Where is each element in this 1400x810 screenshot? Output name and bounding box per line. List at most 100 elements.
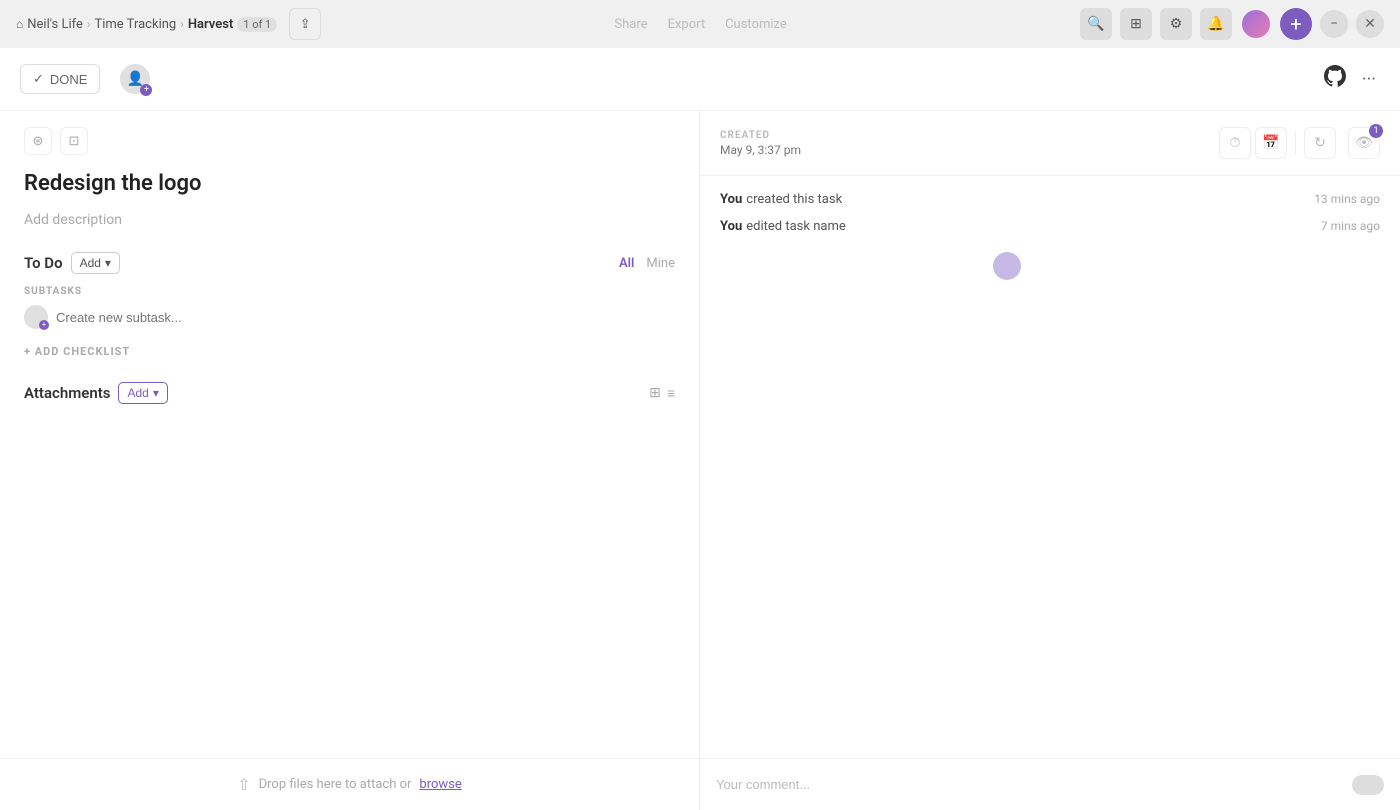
top-bar: ⌂ Neil's Life › Time Tracking › Harvest …	[0, 0, 1400, 48]
subtasks-label: SUBTASKS	[24, 286, 675, 297]
todo-section: To Do Add ▾ All Mine SUBTASKS	[24, 252, 675, 358]
created-date: May 9, 3:37 pm	[720, 143, 1207, 157]
icon-separator	[1295, 131, 1296, 155]
drop-text: Drop files here to attach or	[259, 777, 412, 792]
home-icon: ⌂	[16, 17, 23, 31]
breadcrumb-label-2: Harvest	[188, 17, 233, 32]
time-tracking-icon[interactable]: ⏱	[1219, 127, 1251, 159]
todo-header: To Do Add ▾ All Mine	[24, 252, 675, 274]
center-share[interactable]: Share	[614, 17, 647, 32]
activity-actor-0: You	[720, 192, 742, 207]
created-info: CREATED May 9, 3:37 pm	[720, 130, 1207, 157]
done-label: DONE	[50, 72, 88, 87]
right-header: CREATED May 9, 3:37 pm ⏱ 📅 ↻ �	[700, 111, 1400, 176]
close-button[interactable]: ✕	[1356, 10, 1384, 38]
settings-icon: ⚙	[1170, 16, 1183, 32]
view-btns: ⊞ ≡	[649, 385, 675, 402]
right-scroll: You created this task 13 mins ago You ed…	[700, 176, 1400, 758]
modal-header: ✓ DONE 👤 + ···	[0, 48, 1400, 111]
todo-add-label: Add	[80, 256, 101, 270]
top-bar-right: 🔍 ⊞ ⚙ 🔔 + − ✕	[1080, 8, 1384, 40]
left-panel: ⊛ ⊡ Redesign the logo Add description To…	[0, 111, 700, 810]
activity-item-0: You created this task 13 mins ago	[720, 192, 1380, 207]
copy-meta-icon[interactable]: ⊡	[60, 127, 88, 155]
avatar-user[interactable]	[1240, 8, 1272, 40]
cursor-blob	[993, 252, 1021, 280]
grid-btn[interactable]: ⊞	[1120, 8, 1152, 40]
watchers-button[interactable]: 👁 1	[1348, 127, 1380, 159]
search-btn[interactable]: 🔍	[1080, 8, 1112, 40]
filter-mine[interactable]: Mine	[646, 256, 675, 271]
todo-add-button[interactable]: Add ▾	[71, 252, 120, 274]
activity-actor-1: You	[720, 219, 742, 234]
grid-view-btn[interactable]: ⊞	[649, 385, 661, 402]
attachments-add-chevron: ▾	[153, 386, 159, 400]
breadcrumb-neils-life[interactable]: ⌂ Neil's Life	[16, 17, 83, 32]
activity-action-0: created this task	[746, 192, 842, 207]
check-icon: ✓	[33, 71, 44, 87]
modal-area: ✓ DONE 👤 + ··· ⊛	[0, 48, 1400, 810]
assignee-button[interactable]: 👤 +	[120, 64, 150, 94]
top-bar-center: Share Export Customize	[614, 17, 786, 32]
minimize-button[interactable]: −	[1320, 10, 1348, 38]
modal-body: ⊛ ⊡ Redesign the logo Add description To…	[0, 111, 1400, 810]
copy-icon: ⊡	[69, 134, 80, 149]
activity-time-1: 7 mins ago	[1321, 219, 1380, 233]
breadcrumb-label-0: Neil's Life	[27, 17, 83, 32]
attachments-header: Attachments Add ▾ ⊞ ≡	[24, 382, 675, 404]
drop-zone: ⇧ Drop files here to attach or browse	[0, 758, 699, 810]
activity-time-0: 13 mins ago	[1314, 192, 1380, 206]
subtask-input[interactable]	[56, 310, 675, 325]
todo-add-chevron: ▾	[105, 256, 111, 270]
share-icon-btn[interactable]: ⇪	[289, 8, 321, 40]
more-button[interactable]: ···	[1358, 69, 1380, 90]
right-panel: CREATED May 9, 3:37 pm ⏱ 📅 ↻ �	[700, 111, 1400, 810]
bell-btn[interactable]: 🔔	[1200, 8, 1232, 40]
tag-meta-icon[interactable]: ⊛	[24, 127, 52, 155]
task-description[interactable]: Add description	[24, 212, 675, 228]
close-label: ✕	[1364, 16, 1376, 32]
assignee-area: 👤 +	[120, 64, 150, 94]
minimize-label: −	[1330, 16, 1338, 32]
subtask-avatar: +	[24, 305, 48, 329]
activity-item-1: You edited task name 7 mins ago	[720, 219, 1380, 234]
subtask-avatar-plus: +	[39, 320, 49, 330]
breadcrumb-time-tracking[interactable]: Time Tracking	[94, 17, 176, 32]
breadcrumb-sep-1: ›	[180, 17, 184, 31]
center-customize[interactable]: Customize	[725, 17, 787, 32]
task-title[interactable]: Redesign the logo	[24, 171, 675, 196]
todo-label: To Do	[24, 254, 63, 272]
comment-send-button[interactable]	[1352, 775, 1384, 795]
settings-btn[interactable]: ⚙	[1160, 8, 1192, 40]
upload-icon: ⇧	[237, 775, 250, 794]
task-meta-icons: ⊛ ⊡	[24, 127, 675, 155]
done-button[interactable]: ✓ DONE	[20, 64, 100, 94]
filter-all[interactable]: All	[619, 256, 634, 271]
browse-link[interactable]: browse	[419, 777, 461, 792]
breadcrumb-label-1: Time Tracking	[94, 17, 176, 32]
right-action-icons: ⏱ 📅 ↻	[1219, 127, 1336, 159]
breadcrumb-sep-0: ›	[87, 17, 91, 31]
center-export[interactable]: Export	[668, 17, 706, 32]
breadcrumb: ⌂ Neil's Life › Time Tracking › Harvest …	[16, 8, 321, 40]
comment-input[interactable]	[716, 777, 1352, 792]
add-checklist-button[interactable]: + ADD CHECKLIST	[24, 345, 675, 358]
repeat-icon[interactable]: ↻	[1304, 127, 1336, 159]
calendar-icon: 📅	[1262, 135, 1279, 151]
attachments-label: Attachments	[24, 384, 110, 402]
attachments-add-button[interactable]: Add ▾	[118, 382, 167, 404]
watcher-badge: 1	[1369, 124, 1383, 138]
comment-footer	[700, 758, 1400, 810]
attachments-section: Attachments Add ▾ ⊞ ≡	[24, 382, 675, 404]
github-button[interactable]	[1324, 65, 1346, 93]
assignee-add-icon: +	[140, 84, 152, 96]
breadcrumb-harvest[interactable]: Harvest	[188, 17, 233, 32]
avatar-group	[1240, 8, 1272, 40]
date-icon[interactable]: 📅	[1255, 127, 1287, 159]
activity-action-1: edited task name	[746, 219, 845, 234]
created-label: CREATED	[720, 130, 1207, 141]
add-button[interactable]: +	[1280, 8, 1312, 40]
breadcrumb-badge: 1 of 1	[237, 17, 277, 32]
list-view-btn[interactable]: ≡	[667, 385, 675, 402]
more-label: ···	[1362, 69, 1376, 90]
